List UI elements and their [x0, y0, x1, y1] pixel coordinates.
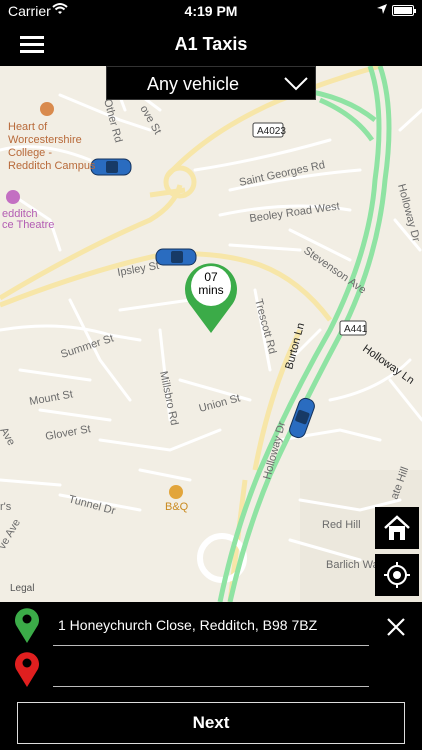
- eta-unit: mins: [198, 283, 224, 297]
- svg-text:Redditch Campus: Redditch Campus: [8, 160, 96, 172]
- chevron-down-icon: [284, 77, 308, 91]
- home-button[interactable]: [375, 507, 419, 549]
- dropoff-address-input[interactable]: [53, 656, 369, 686]
- home-icon: [384, 515, 410, 540]
- svg-text:ce Theatre: ce Theatre: [2, 219, 54, 231]
- my-location-button[interactable]: [375, 554, 419, 596]
- vehicle-type-value: Any vehicle: [146, 74, 240, 94]
- pickup-underline: [53, 645, 369, 646]
- taxi-car-icon: [90, 158, 132, 176]
- page-title: A1 Taxis: [174, 34, 248, 54]
- battery-icon: [392, 5, 416, 16]
- status-bar: Carrier 4:19 PM: [0, 0, 422, 22]
- dropoff-underline: [53, 686, 369, 687]
- eta-pin[interactable]: 07 mins: [183, 262, 239, 334]
- next-button[interactable]: Next: [17, 702, 405, 744]
- status-time: 4:19 PM: [184, 3, 238, 19]
- map-label-college: Heart of: [8, 121, 48, 133]
- pin-green-icon: [15, 608, 39, 643]
- pickup-address[interactable]: 1 Honeychurch Close, Redditch, B98 7BZ: [58, 617, 368, 633]
- svg-text:Red Hill: Red Hill: [322, 519, 361, 531]
- svg-text:College -: College -: [8, 147, 52, 159]
- vehicle-type-dropdown[interactable]: Any vehicle: [106, 66, 316, 100]
- svg-text:r's: r's: [0, 501, 12, 513]
- pin-red-icon: [15, 652, 39, 687]
- clear-pickup-button[interactable]: [385, 616, 407, 638]
- legal-link[interactable]: Legal: [10, 583, 34, 594]
- crosshair-icon: [384, 562, 410, 588]
- nav-bar: A1 Taxis: [0, 22, 422, 66]
- close-icon: [387, 618, 405, 636]
- svg-text:A4023: A4023: [257, 126, 286, 137]
- location-arrow-icon: [377, 4, 387, 14]
- svg-text:Worcestershire: Worcestershire: [8, 134, 82, 146]
- svg-text:A441: A441: [344, 324, 368, 335]
- svg-text:B&Q: B&Q: [165, 501, 189, 513]
